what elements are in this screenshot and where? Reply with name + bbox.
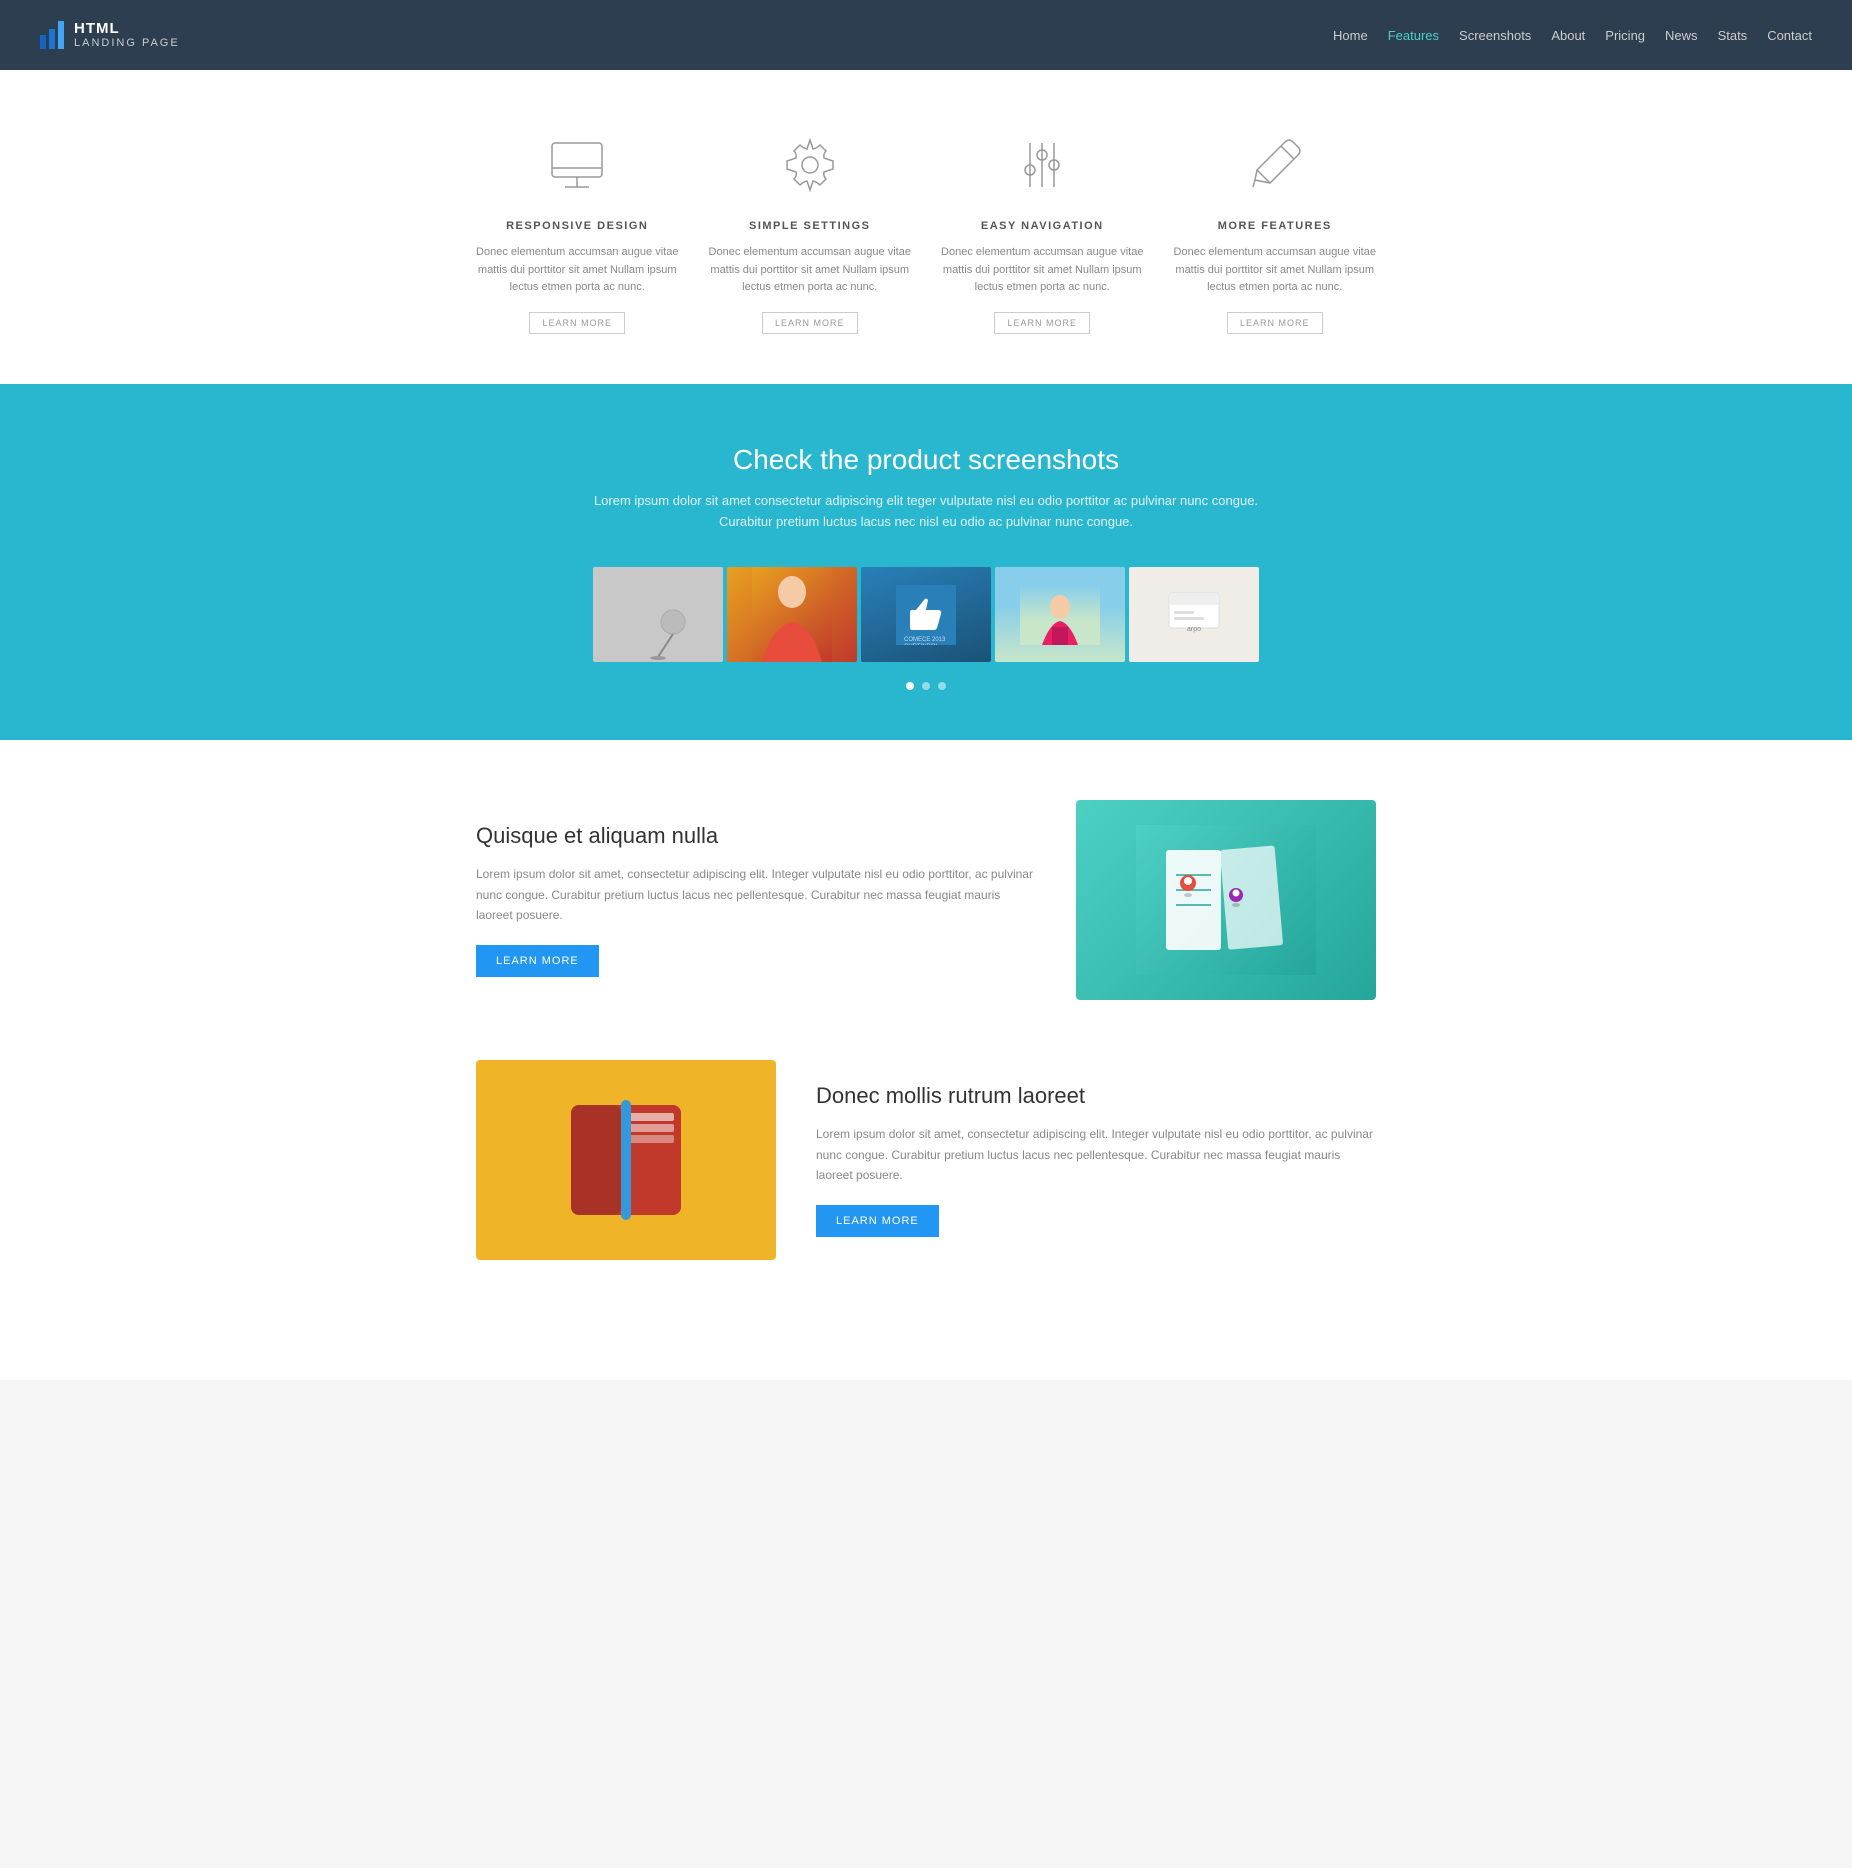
monitor-icon xyxy=(542,130,612,200)
screenshots-section: Check the product screenshots Lorem ipsu… xyxy=(0,384,1852,741)
about-2-text: Donec mollis rutrum laoreet Lorem ipsum … xyxy=(816,1083,1376,1237)
site-header: HTML LANDING PAGE Home Features Screensh… xyxy=(0,0,1852,70)
about-2-title: Donec mollis rutrum laoreet xyxy=(816,1083,1376,1109)
feature-2-title: SIMPLE SETTINGS xyxy=(709,220,912,232)
feature-settings: SIMPLE SETTINGS Donec elementum accumsan… xyxy=(709,130,912,334)
features-grid: RESPONSIVE DESIGN Donec elementum accums… xyxy=(476,130,1376,334)
gallery-item-1[interactable] xyxy=(593,567,723,662)
feature-1-btn[interactable]: LEARN MORE xyxy=(529,312,625,334)
feature-4-desc: Donec elementum accumsan augue vitae mat… xyxy=(1174,244,1377,297)
feature-more: MORE FEATURES Donec elementum accumsan a… xyxy=(1174,130,1377,334)
gallery-item-3[interactable]: COMECE 2013 CURTINDO! xyxy=(861,567,991,662)
feature-3-title: EASY NAVIGATION xyxy=(941,220,1144,232)
feature-navigation: EASY NAVIGATION Donec elementum accumsan… xyxy=(941,130,1144,334)
feature-3-btn[interactable]: LEARN MORE xyxy=(994,312,1090,334)
feature-1-desc: Donec elementum accumsan augue vitae mat… xyxy=(476,244,679,297)
dot-2[interactable] xyxy=(922,682,930,690)
nav-home[interactable]: Home xyxy=(1333,28,1368,43)
about-2-image xyxy=(476,1060,776,1260)
about-section: Quisque et aliquam nulla Lorem ipsum dol… xyxy=(0,740,1852,1380)
feature-4-btn[interactable]: LEARN MORE xyxy=(1227,312,1323,334)
feature-4-title: MORE FEATURES xyxy=(1174,220,1377,232)
logo-html: HTML xyxy=(74,21,180,38)
feature-3-desc: Donec elementum accumsan augue vitae mat… xyxy=(941,244,1144,297)
logo-text: HTML LANDING PAGE xyxy=(74,21,180,50)
about-1-title: Quisque et aliquam nulla xyxy=(476,823,1036,849)
nav-news[interactable]: News xyxy=(1665,28,1698,43)
feature-responsive: RESPONSIVE DESIGN Donec elementum accums… xyxy=(476,130,679,334)
about-2-btn[interactable]: LEARN MORE xyxy=(816,1205,939,1237)
about-2-desc: Lorem ipsum dolor sit amet, consectetur … xyxy=(816,1124,1376,1185)
dot-3[interactable] xyxy=(938,682,946,690)
nav-about[interactable]: About xyxy=(1551,28,1585,43)
gallery-item-4[interactable] xyxy=(995,567,1125,662)
svg-text:COMECE 2013: COMECE 2013 xyxy=(904,637,946,643)
about-1-text: Quisque et aliquam nulla Lorem ipsum dol… xyxy=(476,823,1036,977)
logo-icon xyxy=(40,21,64,49)
features-section: RESPONSIVE DESIGN Donec elementum accums… xyxy=(0,70,1852,384)
settings-icon xyxy=(775,130,845,200)
map-illustration xyxy=(1076,800,1376,1000)
nav-stats[interactable]: Stats xyxy=(1718,28,1748,43)
about-row-2: Donec mollis rutrum laoreet Lorem ipsum … xyxy=(476,1060,1376,1260)
feature-2-btn[interactable]: LEARN MORE xyxy=(762,312,858,334)
screenshots-desc: Lorem ipsum dolor sit amet consectetur a… xyxy=(40,491,1812,533)
gallery-dots xyxy=(40,682,1812,690)
pencil-icon xyxy=(1240,130,1310,200)
svg-text:CURTINDO!: CURTINDO! xyxy=(904,644,938,645)
logo-subtitle: LANDING PAGE xyxy=(74,37,180,49)
svg-text:arpo: arpo xyxy=(1187,626,1201,633)
nav-features[interactable]: Features xyxy=(1388,28,1439,43)
nav-screenshots[interactable]: Screenshots xyxy=(1459,28,1531,43)
about-row-1: Quisque et aliquam nulla Lorem ipsum dol… xyxy=(476,800,1376,1000)
wallet-illustration xyxy=(476,1060,776,1260)
gallery-item-5[interactable]: arpo xyxy=(1129,567,1259,662)
nav-contact[interactable]: Contact xyxy=(1767,28,1812,43)
about-1-btn[interactable]: LEARN MORE xyxy=(476,945,599,977)
screenshots-gallery: COMECE 2013 CURTINDO! xyxy=(40,567,1812,662)
about-1-image xyxy=(1076,800,1376,1000)
main-nav: Home Features Screenshots About Pricing … xyxy=(1333,28,1812,43)
gallery-item-2[interactable] xyxy=(727,567,857,662)
feature-2-desc: Donec elementum accumsan augue vitae mat… xyxy=(709,244,912,297)
nav-pricing[interactable]: Pricing xyxy=(1605,28,1645,43)
about-1-desc: Lorem ipsum dolor sit amet, consectetur … xyxy=(476,864,1036,925)
feature-1-title: RESPONSIVE DESIGN xyxy=(476,220,679,232)
screenshots-title: Check the product screenshots xyxy=(40,444,1812,476)
dot-1[interactable] xyxy=(906,682,914,690)
logo-area: HTML LANDING PAGE xyxy=(40,21,180,50)
sliders-icon xyxy=(1007,130,1077,200)
